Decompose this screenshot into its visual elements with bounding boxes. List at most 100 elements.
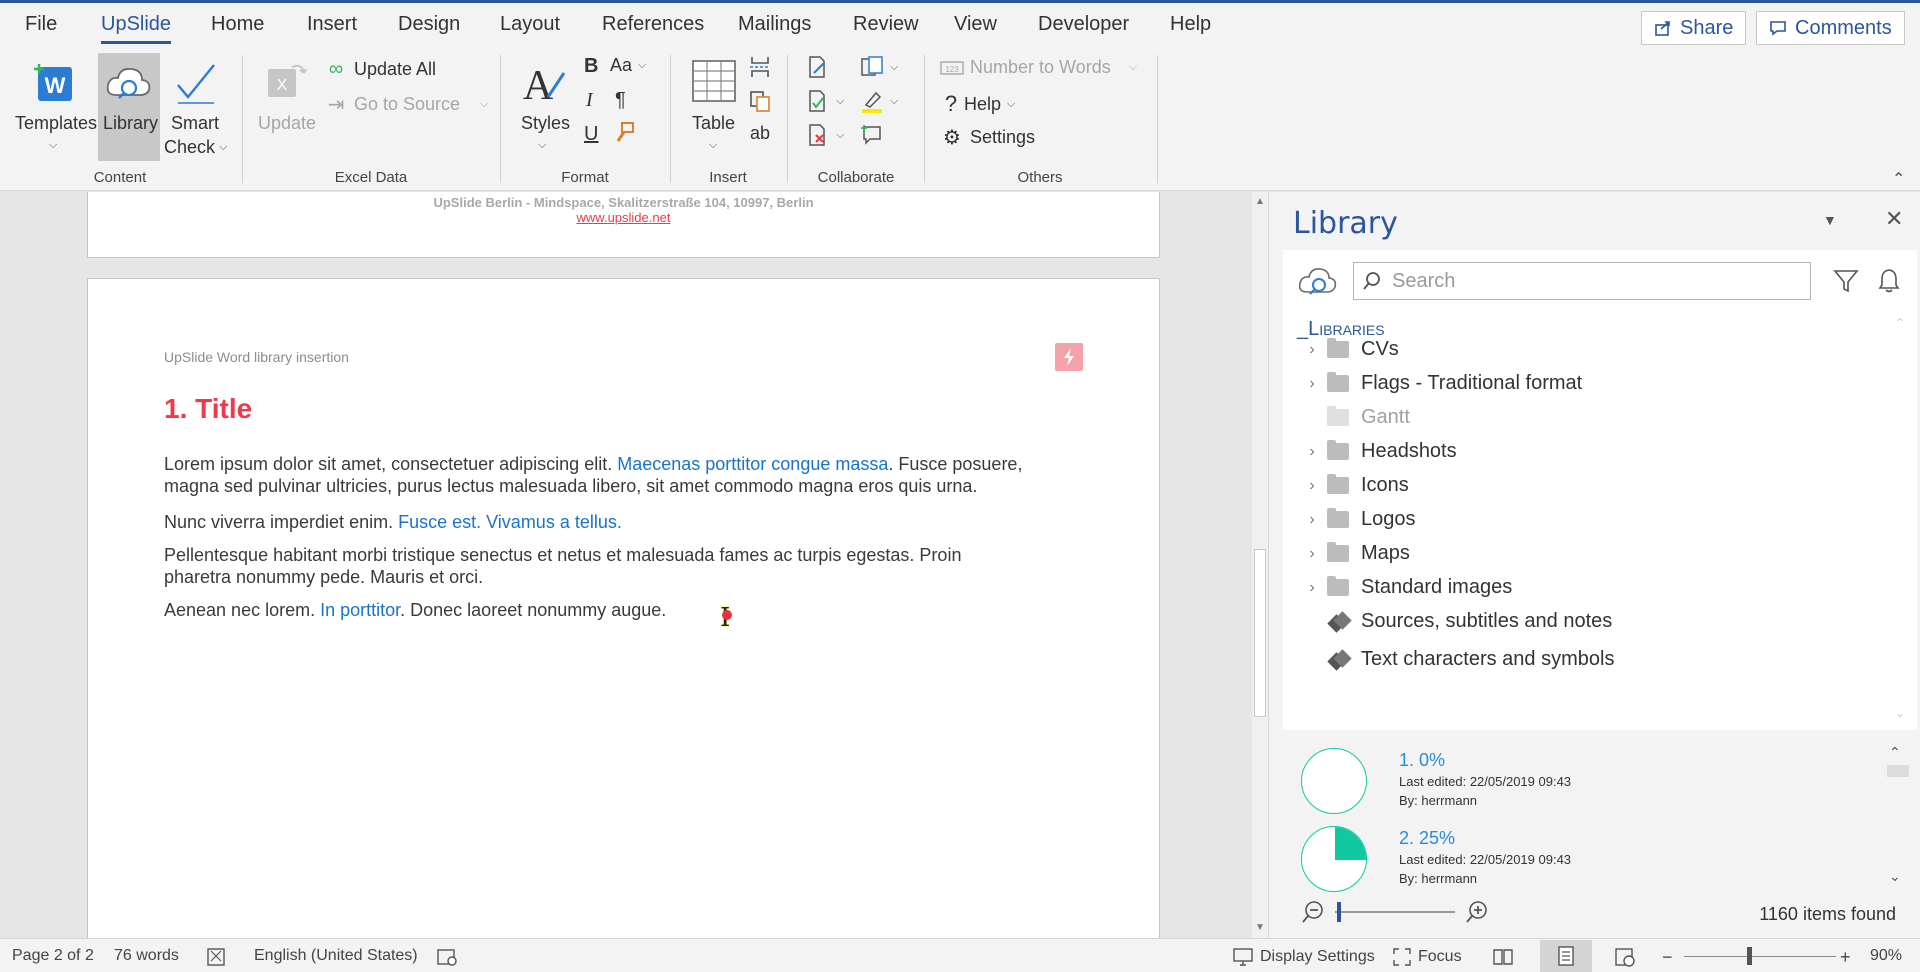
pane-options-icon[interactable]: ▼ xyxy=(1823,212,1837,228)
zoom-out-button[interactable]: − xyxy=(1662,947,1673,968)
library-folder-item[interactable]: › CVs xyxy=(1297,338,1399,361)
font-size-button[interactable]: Aa ⌵ xyxy=(610,55,646,76)
page-break-button[interactable] xyxy=(748,55,772,79)
tab-upslide[interactable]: UpSlide xyxy=(101,13,172,44)
styles-label: Styles xyxy=(521,113,571,133)
comments-button[interactable]: Comments xyxy=(1756,11,1905,45)
review-edit-button[interactable] xyxy=(806,55,830,79)
settings-button[interactable]: ⚙ Settings xyxy=(940,125,1035,150)
library-folder-item[interactable]: › Maps xyxy=(1297,542,1410,565)
scrollbar-thumb[interactable] xyxy=(1254,549,1266,717)
styles-button[interactable]: A Styles ⌵ xyxy=(512,55,576,159)
document-scrollbar[interactable]: ▲ ▼ xyxy=(1252,192,1268,938)
tab-mailings[interactable]: Mailings xyxy=(738,13,811,36)
bold-button[interactable]: B xyxy=(584,55,598,78)
library-folder-item[interactable]: Text characters and symbols xyxy=(1297,648,1614,671)
library-folder-item[interactable]: › Standard images xyxy=(1297,576,1512,599)
library-folder-item[interactable]: › Headshots xyxy=(1297,440,1457,463)
tab-design[interactable]: Design xyxy=(398,13,460,36)
smart-check-button[interactable]: Smart Check ⌵ xyxy=(164,55,230,163)
current-page[interactable]: UpSlide Word library insertion 1. Title … xyxy=(87,278,1160,938)
results-scrollbar-thumb[interactable] xyxy=(1887,765,1909,777)
superscript-button[interactable]: ab xyxy=(750,123,770,144)
chevron-right-icon[interactable]: › xyxy=(1297,477,1327,495)
library-folder-item[interactable]: › Icons xyxy=(1297,474,1409,497)
proofing-icon[interactable] xyxy=(206,947,228,967)
print-layout-icon[interactable] xyxy=(1540,940,1592,972)
underline-button[interactable]: U xyxy=(584,123,598,146)
update-all-button[interactable]: ∞ Update All xyxy=(324,58,436,81)
web-layout-icon[interactable] xyxy=(1614,947,1636,967)
library-folder-item[interactable]: Sources, subtitles and notes xyxy=(1297,610,1612,633)
document-area[interactable]: UpSlide Berlin - Mindspace, Skalitzerstr… xyxy=(0,192,1252,938)
zoom-in-button[interactable]: + xyxy=(1840,947,1851,968)
help-button[interactable]: ? Help ⌵ xyxy=(944,91,1016,117)
thumbnail-zoom-track[interactable] xyxy=(1335,911,1455,913)
scroll-down-icon[interactable]: ▼ xyxy=(1252,920,1268,936)
word-count[interactable]: 76 words xyxy=(114,947,179,965)
library-folder-item[interactable]: › Logos xyxy=(1297,508,1416,531)
chevron-right-icon[interactable]: › xyxy=(1297,341,1327,359)
bell-icon[interactable] xyxy=(1877,267,1901,293)
collapse-ribbon-icon[interactable]: ⌃ xyxy=(1892,169,1905,189)
library-button[interactable]: Library xyxy=(98,53,160,161)
table-button[interactable]: Table ⌵ xyxy=(684,55,744,159)
insert-object-button[interactable] xyxy=(748,89,772,113)
reject-changes-button[interactable]: ⌵ xyxy=(806,123,844,147)
results-scroll-up-icon[interactable]: ⌃ xyxy=(1889,744,1901,761)
tab-view[interactable]: View xyxy=(954,13,997,36)
display-settings-button[interactable]: Display Settings xyxy=(1232,947,1375,967)
accessibility-icon[interactable] xyxy=(436,947,458,967)
scroll-up-icon[interactable]: ▲ xyxy=(1252,194,1268,210)
tree-scroll-up-icon[interactable]: ⌃ xyxy=(1895,316,1905,330)
library-result-item[interactable]: 2. 25% Last edited: 22/05/2019 09:43 By: h… xyxy=(1301,826,1861,892)
highlight-button[interactable]: ⌵ xyxy=(860,89,898,113)
thumbnail-zoom-thumb[interactable] xyxy=(1337,902,1341,922)
zoom-in-icon[interactable] xyxy=(1465,900,1489,924)
chevron-right-icon[interactable]: › xyxy=(1297,579,1327,597)
tree-scroll-down-icon[interactable]: ⌄ xyxy=(1895,706,1905,720)
tab-review[interactable]: Review xyxy=(853,13,919,36)
accept-changes-button[interactable]: ⌵ xyxy=(806,89,844,113)
page-count[interactable]: Page 2 of 2 xyxy=(12,947,94,965)
italic-button[interactable]: I xyxy=(586,89,593,112)
tab-layout[interactable]: Layout xyxy=(500,13,560,36)
tab-home[interactable]: Home xyxy=(211,13,264,36)
p1-link[interactable]: Maecenas porttitor congue massa xyxy=(617,454,888,474)
result-title[interactable]: 1. 0% xyxy=(1399,750,1445,771)
chevron-right-icon[interactable]: › xyxy=(1297,443,1327,461)
p2-link[interactable]: Fusce est. Vivamus a tellus. xyxy=(398,512,622,532)
search-input[interactable]: Search xyxy=(1353,262,1811,300)
language-status[interactable]: English (United States) xyxy=(254,947,418,965)
comment-add-icon xyxy=(861,125,881,145)
results-scroll-down-icon[interactable]: ⌄ xyxy=(1889,868,1901,885)
zoom-slider-thumb[interactable] xyxy=(1747,947,1752,965)
pilcrow-button[interactable]: ¶ xyxy=(615,89,626,112)
templates-button[interactable]: W Templates ⌵ xyxy=(10,55,97,155)
cloud-search-icon[interactable] xyxy=(1297,264,1339,298)
new-comment-button[interactable] xyxy=(860,123,884,147)
zoom-out-icon[interactable] xyxy=(1301,900,1325,924)
p4-link[interactable]: In porttitor xyxy=(320,600,400,620)
focus-button[interactable]: Focus xyxy=(1392,947,1462,967)
compare-button[interactable]: ⌵ xyxy=(860,55,898,79)
library-result-item[interactable]: 1. 0% Last edited: 22/05/2019 09:43 By: he… xyxy=(1301,748,1861,814)
tab-developer[interactable]: Developer xyxy=(1038,13,1129,36)
zoom-slider-track[interactable] xyxy=(1684,956,1836,957)
footer-url-link[interactable]: www.upslide.net xyxy=(88,210,1159,225)
filter-icon[interactable] xyxy=(1833,268,1859,294)
result-title[interactable]: 2. 25% xyxy=(1399,828,1455,849)
tab-insert[interactable]: Insert xyxy=(307,13,357,36)
format-painter-button[interactable] xyxy=(612,121,636,145)
chevron-right-icon[interactable]: › xyxy=(1297,511,1327,529)
tab-help[interactable]: Help xyxy=(1170,13,1211,36)
share-button[interactable]: Share xyxy=(1641,11,1747,45)
read-mode-icon[interactable] xyxy=(1492,947,1514,967)
chevron-right-icon[interactable]: › xyxy=(1297,375,1327,393)
chevron-right-icon[interactable]: › xyxy=(1297,545,1327,563)
close-icon[interactable]: ✕ xyxy=(1885,206,1903,232)
tab-references[interactable]: References xyxy=(602,13,704,36)
library-folder-item[interactable]: › Flags - Traditional format xyxy=(1297,372,1582,395)
zoom-level[interactable]: 90% xyxy=(1870,947,1902,965)
tab-file[interactable]: File xyxy=(25,13,57,36)
